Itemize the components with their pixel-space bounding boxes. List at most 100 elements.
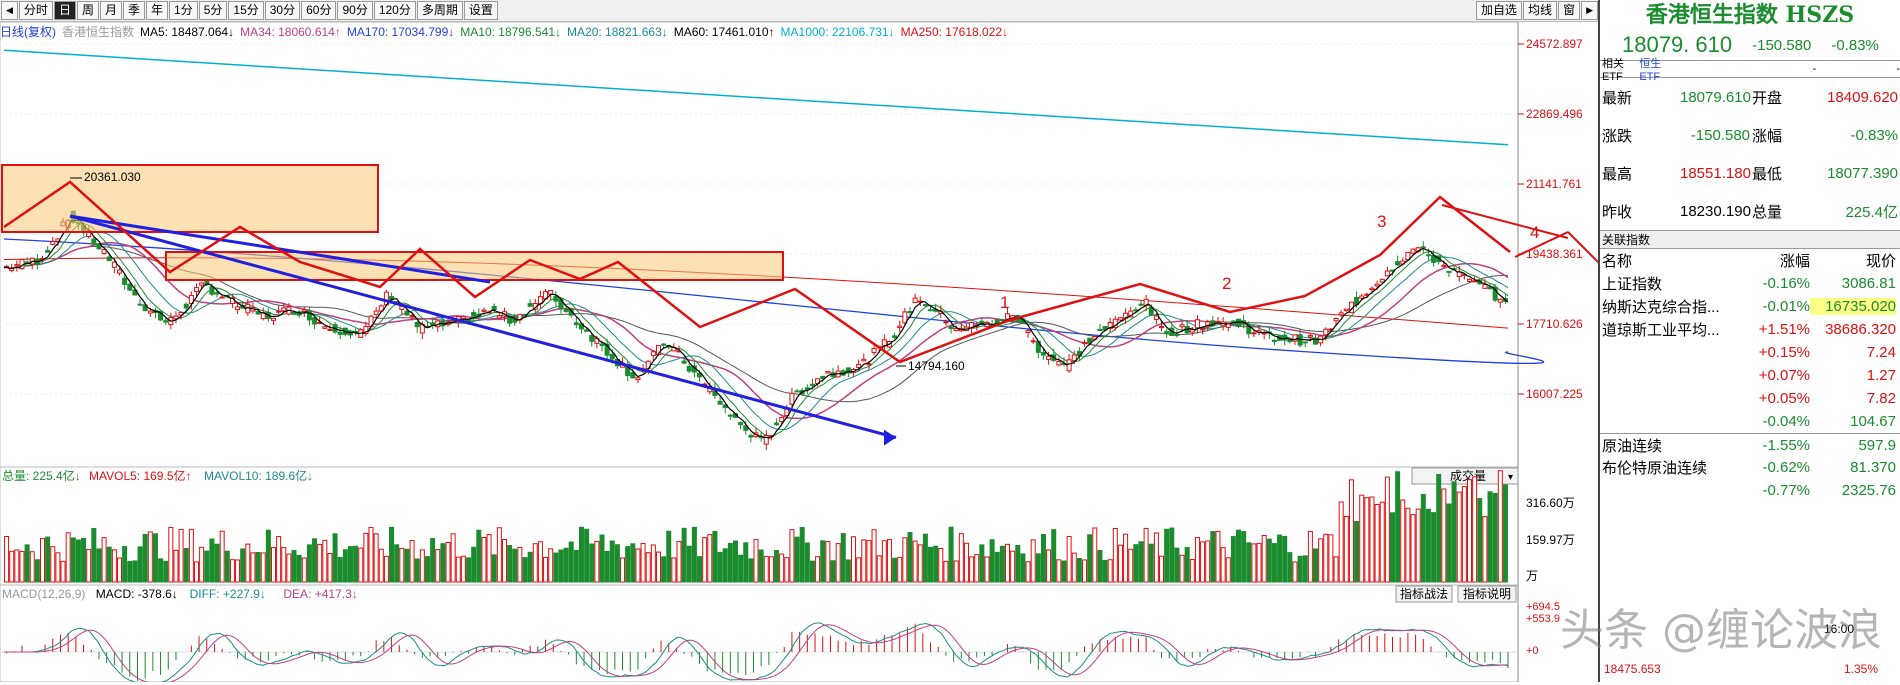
panel-change: -150.580 (1752, 36, 1812, 54)
candle-body (1379, 278, 1385, 283)
period-tab-8[interactable]: 15分 (228, 1, 264, 20)
volume-bar (286, 553, 292, 583)
period-tab-6[interactable]: 1分 (169, 1, 198, 20)
candle-body (635, 377, 641, 381)
candle-body (1338, 312, 1344, 316)
volume-bar (168, 527, 174, 583)
wave-label-1: 1 (1000, 293, 1009, 312)
ma1000-line (3, 49, 1509, 146)
candle-body (137, 303, 143, 306)
period-tab-1[interactable]: 日 (53, 1, 76, 20)
candle-body (1343, 308, 1349, 312)
index-price: 3086.81 (1841, 275, 1896, 292)
index-row[interactable]: 布伦特原油连续 -0.62% 81.370 (1600, 456, 1900, 479)
volume-bar (866, 540, 872, 583)
volume-bar (1015, 544, 1021, 583)
volume-bar (127, 561, 133, 583)
volume-bar (1087, 534, 1093, 583)
volume-bar (1230, 536, 1236, 583)
volume-bar (1477, 498, 1483, 583)
candle-body (1159, 326, 1165, 329)
macd-axis-mid: +553.9 (1526, 613, 1560, 625)
etf-dash-1: - (1812, 63, 1817, 75)
triangle-right-icon[interactable]: ▶ (1581, 1, 1598, 20)
volume-bar (1369, 496, 1375, 583)
volume-bar (291, 549, 297, 583)
candle-body (686, 365, 692, 372)
legend-ma-2: MA170: 17034.799↓ (346, 25, 455, 39)
index-row[interactable]: +0.15% 7.24 (1600, 341, 1900, 364)
volume-bar (70, 537, 76, 583)
index-row[interactable]: 上证指数 -0.16% 3086.81 (1600, 272, 1900, 295)
candle-body (922, 304, 928, 307)
quote-cell-2-3: 18077.390 (1827, 164, 1898, 182)
period-tab-0[interactable]: 分时 (18, 1, 53, 20)
volume-bar (1225, 557, 1231, 583)
triangle-left-icon[interactable]: ◀ (1, 1, 18, 20)
period-tab-4[interactable]: 季 (122, 1, 145, 20)
forecast-arrow-4-upper (1441, 204, 1569, 239)
volume-bar (1328, 534, 1334, 583)
period-tab-13[interactable]: 多周期 (416, 1, 463, 20)
volume-bar (897, 556, 903, 583)
candle-body (1117, 317, 1123, 321)
index-row[interactable]: 原油连续 -1.55% 597.9 (1600, 433, 1900, 456)
candle-body (1292, 334, 1298, 342)
volume-bar (1220, 547, 1226, 583)
quote-row: 涨跌 -150.580 涨幅 -0.83% (1600, 116, 1900, 154)
volume-bar (1277, 534, 1283, 583)
volume-axis-unit: 万 (1526, 569, 1538, 583)
volume-bar (501, 538, 507, 583)
volume-bar (1025, 561, 1031, 583)
low-label: 14794.160 (908, 359, 965, 373)
quote-cell-3-2: 总量 (1752, 203, 1783, 221)
period-tab-11[interactable]: 90分 (337, 1, 373, 20)
volume-bar (394, 544, 400, 583)
period-tab-3[interactable]: 月 (99, 1, 122, 20)
index-row[interactable]: +0.07% 1.27 (1600, 364, 1900, 387)
volume-bar (255, 552, 261, 583)
legend-ma-0: MA5: 18487.064↓ (140, 25, 235, 39)
candle-body (219, 296, 225, 299)
volume-bar (260, 552, 266, 583)
volume-bar (758, 549, 764, 583)
period-tab-2[interactable]: 周 (76, 1, 99, 20)
volume-legend-0: 总量: 225.4亿↓ (2, 468, 81, 483)
related-etf-row[interactable]: 相关ETF 恒生ETF - - (1600, 58, 1900, 83)
etf-value[interactable]: 恒生ETF (1639, 55, 1672, 83)
index-row[interactable]: 纳斯达克综合指... -0.01% 16735.020 (1600, 295, 1900, 318)
period-tab-12[interactable]: 120分 (373, 1, 416, 20)
volume-bar (409, 539, 415, 583)
index-row[interactable]: -0.04% 104.67 (1600, 410, 1900, 433)
index-row[interactable]: -0.77% 2325.76 (1600, 479, 1900, 502)
period-tab-5[interactable]: 年 (146, 1, 169, 20)
candle-body (573, 322, 579, 326)
toolbar-right-button-0[interactable]: 加自选 (1476, 1, 1523, 20)
volume-bar (250, 552, 256, 583)
volume-bar (984, 556, 990, 583)
period-tab-7[interactable]: 5分 (198, 1, 228, 20)
volume-bar (1189, 559, 1195, 583)
volume-bar (296, 554, 302, 583)
kline-chart-area[interactable]: 24572.897 22869.496 21141.761 19438.361 1771… (0, 21, 1768, 685)
volume-bar (486, 534, 492, 583)
period-tab-10[interactable]: 60分 (301, 1, 337, 20)
index-row[interactable]: 道琼斯工业平均... +1.51% 38686.320 (1600, 318, 1900, 341)
volume-bar (522, 557, 528, 583)
candle-body (163, 320, 169, 323)
volume-bar (424, 556, 430, 583)
volume-bar (24, 544, 30, 583)
kline-chart-svg[interactable]: 24572.897 22869.496 21141.761 19438.361 1771… (0, 21, 1768, 685)
toolbar-right-button-1[interactable]: 均线 (1523, 1, 1558, 20)
macd-legend-1: MACD: -378.6↓ (96, 587, 178, 601)
candle-body (1200, 328, 1206, 331)
period-tab-14[interactable]: 设置 (463, 1, 498, 20)
index-pct: -0.77% (1762, 482, 1810, 499)
period-tab-9[interactable]: 30分 (264, 1, 301, 20)
toolbar-right-button-2[interactable]: 窗 (1558, 1, 1581, 20)
volume-bar (886, 539, 892, 583)
volume-bar (435, 549, 441, 583)
volume-bar (881, 540, 887, 583)
index-row[interactable]: +0.05% 7.82 (1600, 387, 1900, 410)
volume-bar (512, 548, 518, 583)
